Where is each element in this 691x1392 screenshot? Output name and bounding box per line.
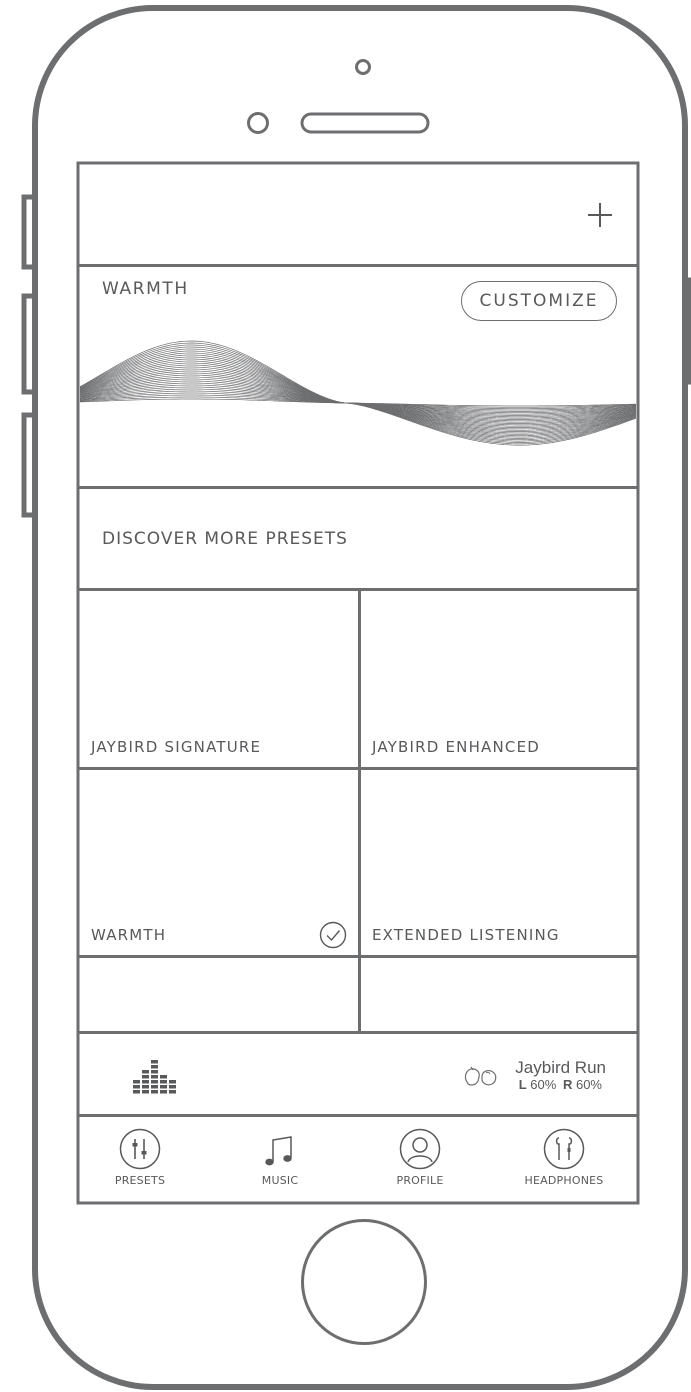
tab-label: HEADPHONES xyxy=(524,1174,604,1187)
status-bar: Jaybird Run L 60% R 60% xyxy=(80,1034,636,1114)
left-label: L xyxy=(518,1077,527,1092)
user-icon xyxy=(399,1128,441,1170)
preset-label: WARMTH xyxy=(91,926,167,944)
home-button[interactable] xyxy=(301,1219,427,1345)
tab-headphones[interactable]: HEADPHONES xyxy=(504,1119,624,1199)
preset-tile-empty[interactable] xyxy=(80,958,358,1031)
preset-tile[interactable]: JAYBIRD ENHANCED xyxy=(361,591,636,767)
checkmark-icon xyxy=(319,921,347,953)
divider xyxy=(78,1114,638,1117)
earbuds-case-icon xyxy=(462,1064,500,1092)
tab-label: PROFILE xyxy=(396,1174,444,1187)
current-preset-panel: WARMTH CUSTOMIZE xyxy=(80,267,636,486)
eq-curve-graphic xyxy=(80,340,636,446)
tab-label: PRESETS xyxy=(114,1174,166,1187)
tab-profile[interactable]: PROFILE xyxy=(360,1119,480,1199)
preset-label: JAYBIRD ENHANCED xyxy=(372,738,541,756)
plus-icon[interactable] xyxy=(586,201,614,229)
preset-tile-empty[interactable] xyxy=(361,958,636,1031)
equalizer-bars-icon[interactable] xyxy=(133,1052,181,1098)
preset-tile[interactable]: JAYBIRD SIGNATURE xyxy=(80,591,358,767)
preset-label: JAYBIRD SIGNATURE xyxy=(91,738,262,756)
tab-music[interactable]: MUSIC xyxy=(220,1119,340,1199)
discover-label: DISCOVER MORE PRESETS xyxy=(102,529,348,549)
left-battery: 60% xyxy=(530,1077,557,1092)
tab-label: MUSIC xyxy=(261,1174,299,1187)
header-bar xyxy=(80,165,636,264)
preset-label: EXTENDED LISTENING xyxy=(372,926,560,944)
earbuds-icon xyxy=(543,1128,585,1170)
right-label: R xyxy=(562,1077,573,1092)
music-note-icon xyxy=(265,1136,292,1166)
right-battery: 60% xyxy=(575,1077,602,1092)
preset-tile[interactable]: WARMTH xyxy=(80,770,358,955)
sliders-icon xyxy=(119,1128,161,1170)
divider xyxy=(358,588,361,1031)
tab-presets[interactable]: PRESETS xyxy=(80,1119,200,1199)
device-name: Jaybird Run xyxy=(515,1058,606,1077)
preset-tile[interactable]: EXTENDED LISTENING xyxy=(361,770,636,955)
battery-levels: L 60% R 60% xyxy=(519,1077,602,1092)
discover-more-presets[interactable]: DISCOVER MORE PRESETS xyxy=(80,489,636,588)
